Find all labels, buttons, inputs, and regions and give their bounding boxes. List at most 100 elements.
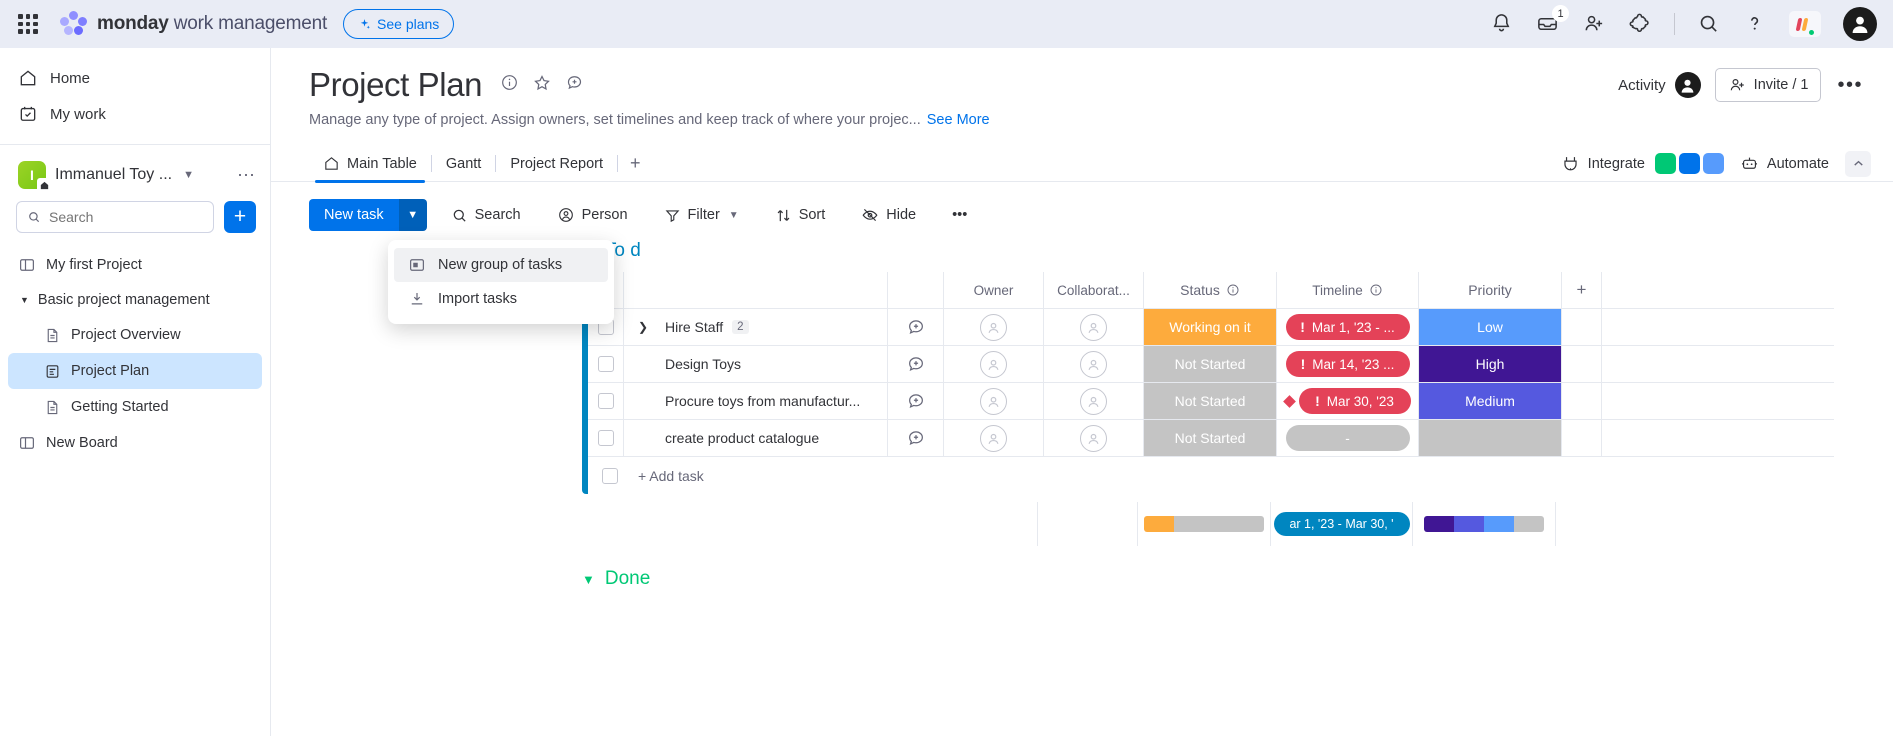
tab-gantt[interactable]: Gantt xyxy=(432,146,495,182)
add-update-icon[interactable] xyxy=(888,383,944,419)
add-update-icon[interactable] xyxy=(888,420,944,456)
activity-button[interactable]: Activity xyxy=(1618,72,1701,98)
add-update-icon[interactable] xyxy=(888,309,944,345)
sidebar-folder-basic-project-management[interactable]: ▼ Basic project management xyxy=(8,283,262,317)
new-task-dropdown-arrow[interactable]: ▼ xyxy=(398,199,427,231)
table-row[interactable]: create product catalogue Not Started - xyxy=(588,420,1834,457)
owner-cell[interactable] xyxy=(944,383,1044,419)
tab-project-report[interactable]: Project Report xyxy=(496,146,617,182)
owner-cell[interactable] xyxy=(944,309,1044,345)
task-name-cell[interactable]: ❯ Hire Staff 2 xyxy=(624,309,888,345)
tab-main-table[interactable]: Main Table xyxy=(309,146,431,183)
sidebar-item-home[interactable]: Home xyxy=(0,60,270,96)
sidebar-item-project-overview[interactable]: Project Overview xyxy=(8,317,262,353)
filter-button[interactable]: Filter ▼ xyxy=(652,199,751,231)
timeline-cell[interactable]: ! Mar 14, '23 ... xyxy=(1277,346,1419,382)
brand-logo[interactable]: monday work management xyxy=(60,11,327,37)
toolbar-more-button[interactable]: ••• xyxy=(940,199,979,231)
sidebar-item-project-plan[interactable]: Project Plan xyxy=(8,353,262,389)
automate-button[interactable]: Automate xyxy=(1740,154,1829,173)
sidebar-item-getting-started[interactable]: Getting Started xyxy=(8,389,262,425)
search-button[interactable]: Search xyxy=(439,199,533,231)
workspace-more-icon[interactable]: ⋯ xyxy=(237,165,256,186)
invite-button[interactable]: Invite / 1 xyxy=(1714,68,1822,102)
column-header-owner[interactable]: Owner xyxy=(944,272,1044,308)
row-checkbox[interactable] xyxy=(597,393,614,409)
inbox-icon[interactable]: 1 xyxy=(1536,5,1569,36)
row-checkbox-cell[interactable] xyxy=(588,420,624,456)
star-icon[interactable] xyxy=(532,73,552,98)
status-cell[interactable]: Not Started xyxy=(1144,346,1277,382)
status-cell[interactable]: Working on it xyxy=(1144,309,1277,345)
add-task-checkbox[interactable] xyxy=(602,467,618,484)
priority-cell[interactable]: High xyxy=(1419,346,1562,382)
status-cell[interactable]: Not Started xyxy=(1144,383,1277,419)
table-row[interactable]: ❯ Hire Staff 2 Working on it ! Mar 1, '2… xyxy=(588,309,1834,346)
summary-priority[interactable] xyxy=(1413,502,1556,546)
sidebar-search-box[interactable] xyxy=(16,201,214,233)
apps-grid-icon[interactable] xyxy=(14,10,42,38)
row-checkbox-cell[interactable] xyxy=(588,346,624,382)
help-icon[interactable] xyxy=(1743,12,1767,36)
integrate-button[interactable]: Integrate xyxy=(1561,153,1724,174)
board-more-options-button[interactable]: ••• xyxy=(1835,74,1865,97)
table-row[interactable]: Design Toys Not Started ! Mar 14, '23 ..… xyxy=(588,346,1834,383)
add-comment-icon[interactable] xyxy=(565,73,584,97)
user-avatar[interactable] xyxy=(1843,7,1877,41)
expand-subtasks-icon[interactable]: ❯ xyxy=(638,320,656,334)
see-more-link[interactable]: See More xyxy=(927,112,990,128)
sidebar-item-my-first-project[interactable]: My first Project xyxy=(8,247,262,283)
priority-cell[interactable] xyxy=(1419,420,1562,456)
collaborators-cell[interactable] xyxy=(1044,309,1144,345)
apps-puzzle-icon[interactable] xyxy=(1628,12,1652,36)
sort-button[interactable]: Sort xyxy=(763,199,838,231)
hide-button[interactable]: Hide xyxy=(849,199,928,231)
row-checkbox[interactable] xyxy=(597,430,614,446)
chevron-up-icon[interactable] xyxy=(1845,150,1871,177)
menu-item-new-group-of-tasks[interactable]: New group of tasks xyxy=(394,248,608,282)
column-header-collaborators[interactable]: Collaborat... xyxy=(1044,272,1144,308)
chevron-down-icon[interactable]: ▼ xyxy=(582,572,595,587)
add-column-button[interactable]: + xyxy=(1562,272,1602,308)
task-name-cell[interactable]: Design Toys xyxy=(624,346,888,382)
timeline-cell[interactable]: ! Mar 30, '23 xyxy=(1277,383,1419,419)
monday-logo-icon[interactable] xyxy=(1789,11,1821,37)
person-filter-button[interactable]: Person xyxy=(545,199,640,231)
add-update-icon[interactable] xyxy=(888,346,944,382)
task-name-cell[interactable]: create product catalogue xyxy=(624,420,888,456)
collaborators-cell[interactable] xyxy=(1044,420,1144,456)
row-checkbox-cell[interactable] xyxy=(588,383,624,419)
see-plans-button[interactable]: See plans xyxy=(343,9,455,39)
column-header-timeline[interactable]: Timeline xyxy=(1277,272,1419,308)
sidebar-search-input[interactable] xyxy=(49,209,203,225)
column-header-status[interactable]: Status xyxy=(1144,272,1277,308)
search-icon[interactable] xyxy=(1697,12,1721,36)
new-task-button[interactable]: New task ▼ xyxy=(309,199,427,231)
collaborators-cell[interactable] xyxy=(1044,383,1144,419)
sidebar-item-new-board[interactable]: New Board xyxy=(8,425,262,461)
table-row[interactable]: Procure toys from manufactur... Not Star… xyxy=(588,383,1834,420)
workspace-selector[interactable]: I Immanuel Toy ... ▼ ⋯ xyxy=(0,145,270,199)
timeline-cell[interactable]: - xyxy=(1277,420,1419,456)
summary-status[interactable] xyxy=(1138,502,1271,546)
chevron-down-icon[interactable]: ▼ xyxy=(729,210,739,221)
column-header-priority[interactable]: Priority xyxy=(1419,272,1562,308)
chevron-down-icon[interactable]: ▼ xyxy=(183,169,194,181)
status-cell[interactable]: Not Started xyxy=(1144,420,1277,456)
timeline-cell[interactable]: ! Mar 1, '23 - ... xyxy=(1277,309,1419,345)
task-name-cell[interactable]: Procure toys from manufactur... xyxy=(624,383,888,419)
priority-cell[interactable]: Medium xyxy=(1419,383,1562,419)
sidebar-item-my-work[interactable]: My work xyxy=(0,96,270,132)
add-board-button[interactable]: + xyxy=(224,201,256,233)
owner-cell[interactable] xyxy=(944,346,1044,382)
add-view-button[interactable]: + xyxy=(618,153,653,174)
info-icon[interactable] xyxy=(500,73,519,97)
owner-cell[interactable] xyxy=(944,420,1044,456)
notifications-icon[interactable] xyxy=(1490,12,1514,36)
invite-member-icon[interactable] xyxy=(1582,12,1606,36)
collaborators-cell[interactable] xyxy=(1044,346,1144,382)
row-checkbox[interactable] xyxy=(597,356,614,372)
menu-item-import-tasks[interactable]: Import tasks xyxy=(394,282,608,316)
add-task-row[interactable]: + Add task xyxy=(588,457,1834,494)
priority-cell[interactable]: Low xyxy=(1419,309,1562,345)
